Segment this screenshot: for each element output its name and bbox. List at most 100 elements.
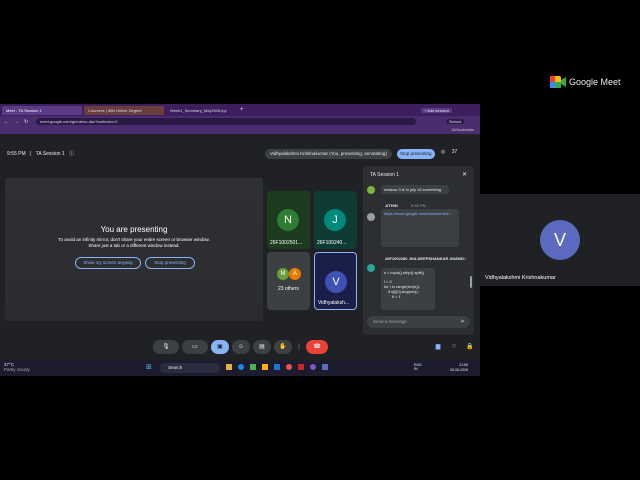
- avatar: J: [324, 209, 346, 231]
- avatar: A: [289, 268, 301, 280]
- participant-count: 37: [451, 149, 458, 155]
- avatar: [367, 186, 375, 194]
- brand-name: Google Meet: [569, 77, 621, 87]
- meeting-time: 9:55 PM: [7, 151, 26, 157]
- browser-addressbar: ← → ↻ meet.google.com/grd-desv-daz?authu…: [0, 116, 480, 127]
- meeting-header: 9:55 PM | TA Session 1 ⓘ: [7, 151, 75, 157]
- stop-presenting-pane-button[interactable]: Stop presenting: [145, 257, 195, 269]
- new-tab-icon[interactable]: +: [240, 107, 244, 113]
- weather-widget[interactable]: 27°C Partly cloudy: [4, 362, 30, 372]
- taskbar: 27°C Partly cloudy ⊞ Search ENG IN 21:55…: [0, 360, 480, 376]
- chat-code-block: s = input().strip().split() i = 0 for i …: [381, 268, 435, 310]
- bookmarks-bar: All Bookmarks: [0, 127, 480, 134]
- close-icon[interactable]: ✕: [462, 171, 467, 178]
- chat-scrollbar[interactable]: [470, 276, 472, 288]
- all-bookmarks[interactable]: All Bookmarks: [452, 128, 474, 132]
- camera-button[interactable]: ▭: [182, 340, 208, 354]
- google-meet-logo: Google Meet: [550, 76, 621, 88]
- clock[interactable]: 21:55 30-06-2026: [450, 363, 468, 373]
- windows-start-icon[interactable]: ⊞: [146, 363, 152, 371]
- presenting-pane: You are presenting To avoid an infinity …: [5, 178, 263, 321]
- avatar: V: [325, 271, 347, 293]
- tab-label: Week1_Summary_May2026.ipy: [170, 107, 227, 113]
- self-video-tile[interactable]: V Vidhyalakshmi Krishnakumar: [480, 194, 640, 286]
- chat-sender: JITHIN: [385, 203, 398, 208]
- chat-input[interactable]: Send a message ➤: [367, 316, 470, 328]
- emoji-button[interactable]: ☺: [232, 340, 250, 354]
- code-line: s = input().strip().split(): [384, 270, 425, 275]
- folder-icon[interactable]: [262, 364, 268, 370]
- browser-tab[interactable]: Week1_Summary_May2026.ipy: [166, 106, 236, 115]
- camera-icon: ▭: [192, 344, 198, 350]
- chrome-profile-icon[interactable]: [310, 364, 316, 370]
- presenter-notice-text: Vidhyalakshmi Krishnakumar (You, present…: [270, 151, 387, 156]
- taskbar-search-label: Search: [168, 365, 183, 370]
- avatar: N: [277, 209, 299, 231]
- browser-tab[interactable]: Meet - TA Session 1: [2, 105, 82, 115]
- info-icon[interactable]: ⓘ: [69, 151, 74, 157]
- code-line: fl = 1: [392, 294, 401, 299]
- store-icon[interactable]: [250, 364, 256, 370]
- browser-tab[interactable]: Coursera | IBM Online Degree: [84, 105, 164, 115]
- send-icon[interactable]: ➤: [460, 318, 465, 325]
- forward-icon[interactable]: →: [14, 119, 19, 125]
- back-icon[interactable]: ←: [4, 119, 9, 125]
- presenting-heading: You are presenting: [100, 225, 168, 234]
- grid-icon: ⁙: [451, 344, 457, 350]
- avatar: [367, 213, 375, 221]
- emoji-icon: ☺: [237, 344, 245, 350]
- avatar: [367, 264, 375, 272]
- screen: Google Meet Meet - TA Session 1 Coursera…: [0, 0, 640, 480]
- chat-panel: TA Session 1 ✕ window 3 is in july 16 so…: [363, 166, 474, 335]
- clock-date: 30-06-2026: [450, 368, 468, 372]
- avatar: M: [277, 268, 289, 280]
- url-field[interactable]: meet.google.com/grd-desv-daz?authuser=0: [36, 118, 416, 125]
- presenter-notice: Vidhyalakshmi Krishnakumar (You, present…: [265, 149, 392, 159]
- chrome-icon[interactable]: [286, 364, 292, 370]
- browser-tabbar: Meet - TA Session 1 Coursera | IBM Onlin…: [0, 104, 480, 116]
- captions-button[interactable]: ▤: [253, 340, 271, 354]
- participant-name: 26F1002501...: [270, 240, 303, 246]
- people-button[interactable]: ◎ 37: [441, 149, 457, 155]
- activities-button[interactable]: ⁙: [448, 340, 460, 354]
- chat-link[interactable]: https://docs.google.com/document/d/...: [381, 209, 459, 247]
- participant-name: Vidhyalaksh...: [318, 300, 350, 306]
- taskbar-search[interactable]: Search: [160, 363, 220, 373]
- lock-icon: 🔒: [466, 344, 474, 350]
- chat-icon: ▆: [435, 344, 441, 350]
- participant-tile[interactable]: N 26F1002501...: [267, 191, 310, 249]
- presenting-line2: Share just a tab or a different window i…: [88, 243, 180, 248]
- stop-presenting-button[interactable]: Stop presenting: [397, 149, 435, 159]
- leave-call-button[interactable]: ☎: [306, 340, 328, 354]
- chat-toggle-button[interactable]: ▆: [432, 340, 444, 354]
- reload-icon[interactable]: ↻: [24, 119, 28, 125]
- weather-desc: Partly cloudy: [4, 367, 30, 372]
- chat-input-placeholder: Send a message: [373, 319, 407, 324]
- host-controls-button[interactable]: 🔒: [464, 340, 476, 354]
- file-explorer-icon[interactable]: [226, 364, 232, 370]
- edge-icon[interactable]: [238, 364, 244, 370]
- more-options-button[interactable]: ⋮: [295, 340, 303, 354]
- present-button[interactable]: ▣: [211, 340, 229, 354]
- hand-icon: ✋: [279, 344, 287, 350]
- chat-message: window 3 is in july 16 something: [381, 185, 449, 194]
- participant-tile[interactable]: J 26F100240...: [314, 191, 357, 249]
- profile-badge[interactable]: School: [446, 119, 465, 124]
- meeting-title: TA Session 1: [35, 151, 65, 157]
- chat-title: TA Session 1: [370, 172, 400, 178]
- teams-icon[interactable]: [322, 364, 328, 370]
- control-bar: 🎙 ▭ ▣ ☺ ▤ ✋ ⋮ ☎ ▆ ⁙ 🔒: [0, 340, 480, 356]
- app-icon[interactable]: [298, 364, 304, 370]
- language-indicator[interactable]: ENG IN: [414, 363, 424, 371]
- raise-hand-button[interactable]: ✋: [274, 340, 292, 354]
- participant-tile-self[interactable]: V Vidhyalaksh...: [314, 252, 357, 310]
- outlook-icon[interactable]: [274, 364, 280, 370]
- add-session-button[interactable]: + Add session: [420, 107, 452, 113]
- screen-preview: [5, 178, 263, 321]
- more-vert-icon: ⋮: [296, 344, 302, 350]
- show-screen-anyway-button[interactable]: Show my screen anyway: [75, 257, 141, 269]
- google-meet-icon: [550, 76, 566, 88]
- captions-icon: ▤: [259, 344, 265, 350]
- mic-button[interactable]: 🎙: [153, 340, 179, 354]
- others-tile[interactable]: M A 23 others: [267, 252, 310, 310]
